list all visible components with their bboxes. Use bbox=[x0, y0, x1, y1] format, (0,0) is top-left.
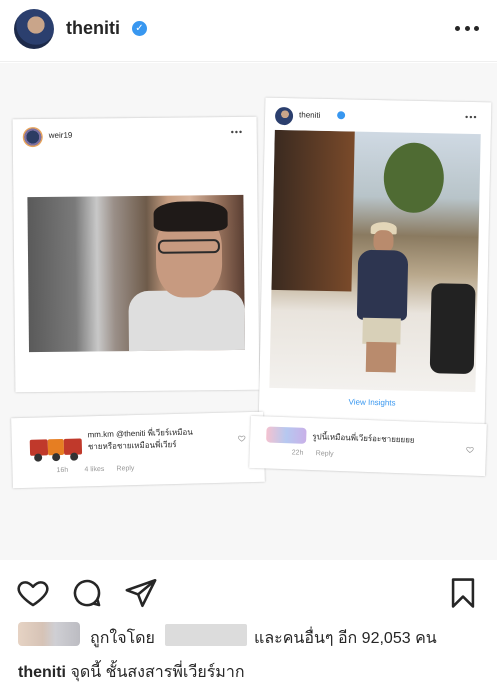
verified-badge-icon: ✓ bbox=[132, 21, 147, 36]
post-header: theniti ✓ bbox=[0, 0, 497, 62]
card-more-icon: ••• bbox=[464, 111, 478, 123]
comment-text: รูปนี้เหมือนพี่เวียร์อะชายยยยย bbox=[312, 432, 415, 445]
post-image[interactable]: weir19 ••• theniti ••• View Insights mm.… bbox=[0, 63, 497, 560]
view-insights-link: View Insights bbox=[348, 397, 396, 408]
verified-badge-icon bbox=[337, 111, 346, 120]
card-avatar bbox=[22, 126, 43, 148]
comment-time: 22h bbox=[291, 449, 304, 457]
comment-reply: Reply bbox=[315, 450, 334, 458]
liker-avatars bbox=[18, 622, 80, 646]
heart-icon[interactable] bbox=[16, 576, 50, 610]
screenshot-card-right: theniti ••• View Insights bbox=[258, 97, 492, 431]
liked-by-label: ถูกใจโดย bbox=[90, 630, 155, 647]
street-photo bbox=[269, 129, 481, 393]
card-username: theniti bbox=[299, 110, 321, 120]
heart-icon bbox=[238, 435, 246, 442]
comment-reply: Reply bbox=[116, 465, 135, 473]
card-avatar bbox=[274, 106, 294, 126]
caption-text: จุดนี้ ชั้นสงสารพี่เวียร์มาก bbox=[70, 664, 245, 681]
train-icon bbox=[29, 428, 84, 462]
action-bar bbox=[0, 570, 497, 618]
post-caption: theniti จุดนี้ ชั้นสงสารพี่เวียร์มาก bbox=[18, 660, 245, 685]
post-username[interactable]: theniti bbox=[66, 18, 120, 39]
send-icon[interactable] bbox=[124, 576, 158, 610]
likes-count[interactable]: และคนอื่นๆ อีก 92,053 คน bbox=[254, 626, 437, 651]
caption-username[interactable]: theniti bbox=[18, 664, 66, 681]
card-username: weir19 bbox=[48, 130, 73, 140]
heart-icon bbox=[466, 446, 474, 453]
comment-screenshot-right: รูปนี้เหมือนพี่เวียร์อะชายยยยย 22h Reply bbox=[249, 415, 487, 477]
blurred-username bbox=[165, 624, 247, 646]
bookmark-icon[interactable] bbox=[446, 576, 480, 610]
comment-screenshot-left: mm.km @theniti พี่เวียร์เหมือน ชายหรือชา… bbox=[11, 411, 265, 489]
avatar[interactable] bbox=[14, 9, 54, 49]
comment-time: 16h bbox=[56, 466, 69, 475]
card-more-icon: ••• bbox=[230, 126, 244, 138]
likes-summary[interactable]: ถูกใจโดย และคนอื่นๆ อีก 92,053 คน bbox=[0, 620, 497, 647]
selfie-photo bbox=[27, 194, 246, 353]
comment-icon[interactable] bbox=[70, 576, 104, 610]
more-options-icon[interactable] bbox=[455, 26, 479, 34]
comment-likes: 4 likes bbox=[84, 465, 105, 474]
sticker-icon bbox=[266, 426, 307, 444]
comment-text-line2: ชายหรือชายเหมือนพี่เวียร์ bbox=[87, 439, 177, 452]
screenshot-card-left: weir19 ••• bbox=[12, 116, 260, 393]
